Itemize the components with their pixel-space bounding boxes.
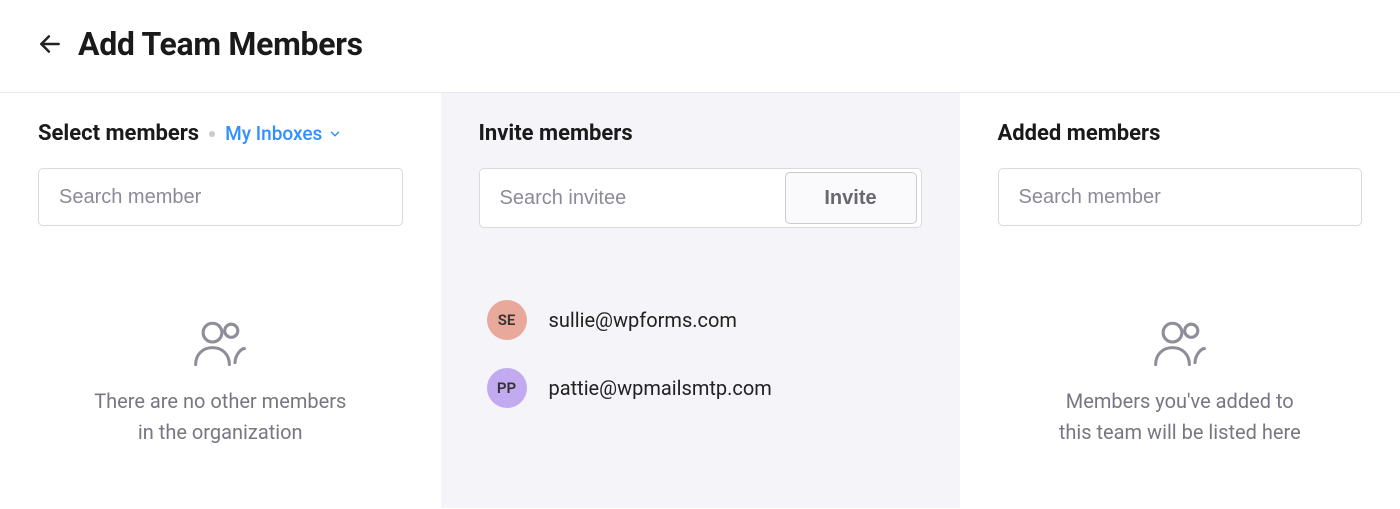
invite-search-wrap: Invite — [479, 168, 922, 228]
invite-heading-row: Invite members — [479, 121, 922, 146]
invitee-email: sullie@wpforms.com — [549, 308, 737, 332]
select-members-column: Select members My Inboxes There are no o… — [0, 93, 441, 508]
added-search-input[interactable] — [998, 168, 1363, 226]
select-heading: Select members — [38, 121, 199, 146]
added-empty-state: Members you've added to this team will b… — [998, 316, 1363, 448]
added-empty-text: Members you've added to this team will b… — [998, 386, 1363, 448]
select-empty-text: There are no other members in the organi… — [38, 386, 403, 448]
users-icon — [38, 316, 403, 368]
select-heading-row: Select members My Inboxes — [38, 121, 403, 146]
inbox-filter-dropdown[interactable]: My Inboxes — [225, 122, 342, 145]
chevron-down-icon — [328, 127, 342, 141]
page-title: Add Team Members — [78, 25, 363, 63]
invite-search-input[interactable] — [480, 170, 785, 226]
invite-button[interactable]: Invite — [785, 172, 917, 224]
columns-container: Select members My Inboxes There are no o… — [0, 93, 1400, 508]
invite-members-column: Invite members Invite SE sullie@wpforms.… — [441, 93, 960, 508]
added-members-column: Added members Members you've added to th… — [960, 93, 1400, 508]
page-header: Add Team Members — [0, 0, 1400, 93]
users-icon — [998, 316, 1363, 368]
invite-heading: Invite members — [479, 121, 633, 146]
added-heading: Added members — [998, 121, 1161, 146]
avatar: PP — [487, 368, 527, 408]
invitee-email: pattie@wpmailsmtp.com — [549, 376, 772, 400]
dot-separator-icon — [209, 131, 215, 137]
avatar: SE — [487, 300, 527, 340]
added-heading-row: Added members — [998, 121, 1363, 146]
back-arrow-icon[interactable] — [28, 22, 72, 66]
invitee-row[interactable]: PP pattie@wpmailsmtp.com — [479, 354, 922, 422]
invitee-list: SE sullie@wpforms.com PP pattie@wpmailsm… — [479, 286, 922, 422]
invitee-row[interactable]: SE sullie@wpforms.com — [479, 286, 922, 354]
inbox-filter-label: My Inboxes — [225, 122, 322, 145]
select-search-input[interactable] — [38, 168, 403, 226]
select-empty-state: There are no other members in the organi… — [38, 316, 403, 448]
